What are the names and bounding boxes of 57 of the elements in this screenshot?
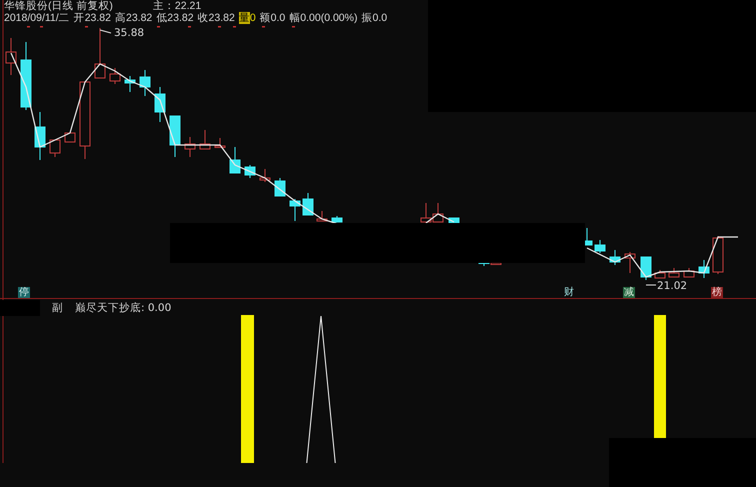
volume-label: 量 xyxy=(238,12,250,24)
candlestick xyxy=(594,240,606,254)
quote-value: 收23.82 xyxy=(198,12,235,24)
candlestick xyxy=(654,270,666,278)
candlestick xyxy=(170,116,180,158)
quote-value: 高23.82 xyxy=(114,12,152,24)
candlestick xyxy=(640,256,652,280)
candlestick xyxy=(94,28,106,78)
quote-value: 额0.0 xyxy=(260,12,286,24)
leader-line xyxy=(100,30,112,34)
candlestick xyxy=(154,86,166,122)
candlestick xyxy=(34,112,46,160)
candlestick xyxy=(432,202,444,222)
price-line xyxy=(426,213,454,224)
candlestick xyxy=(316,210,328,222)
candlestick xyxy=(610,250,620,266)
sub-chart-label: 副 xyxy=(52,302,63,314)
candlestick xyxy=(124,76,136,92)
chart-title: 华锋股份(日线 前复权) xyxy=(4,0,113,12)
candlestick xyxy=(624,252,636,274)
candlestick xyxy=(214,138,226,148)
candlestick xyxy=(244,164,256,178)
quote-value: 开23.82 xyxy=(74,12,111,24)
candlestick xyxy=(302,192,314,216)
price-label: 21.02 xyxy=(657,280,688,292)
price-label: 35.88 xyxy=(114,27,144,39)
candlestick xyxy=(50,140,60,158)
leader-line xyxy=(646,284,656,286)
candlestick xyxy=(420,202,432,224)
quote-value: 振0.0 xyxy=(361,12,388,24)
candlestick xyxy=(184,136,196,158)
candlestick xyxy=(64,132,76,142)
candlestick xyxy=(698,260,710,278)
quote-value: 幅0.00(0.00%) xyxy=(289,12,358,24)
date-text: 2018/09/11/二 xyxy=(4,12,70,24)
quote-value: 低23.82 xyxy=(156,12,194,24)
event-badge: 停 xyxy=(18,287,30,298)
candlestick xyxy=(290,198,300,222)
candlestick xyxy=(274,178,286,196)
candlestick xyxy=(6,38,16,76)
candlestick xyxy=(140,70,150,96)
candlestick xyxy=(260,168,270,182)
indicator-value: 主：22.21 xyxy=(152,0,202,12)
volume-value: 0 xyxy=(250,12,256,24)
candlestick xyxy=(20,42,32,110)
indicator-value: 巅尽天下抄底: 0.00 xyxy=(75,302,172,314)
event-badge: 减 xyxy=(623,287,635,298)
event-label: 财 xyxy=(563,287,575,298)
candlestick xyxy=(200,130,210,150)
candlestick xyxy=(332,216,342,222)
redaction-block xyxy=(0,300,40,316)
candlestick xyxy=(110,68,120,84)
candlestick xyxy=(668,268,680,278)
candlestick xyxy=(684,268,694,278)
candlestick xyxy=(230,146,240,174)
event-badge: 榜 xyxy=(711,287,723,298)
candlestick xyxy=(712,236,724,274)
